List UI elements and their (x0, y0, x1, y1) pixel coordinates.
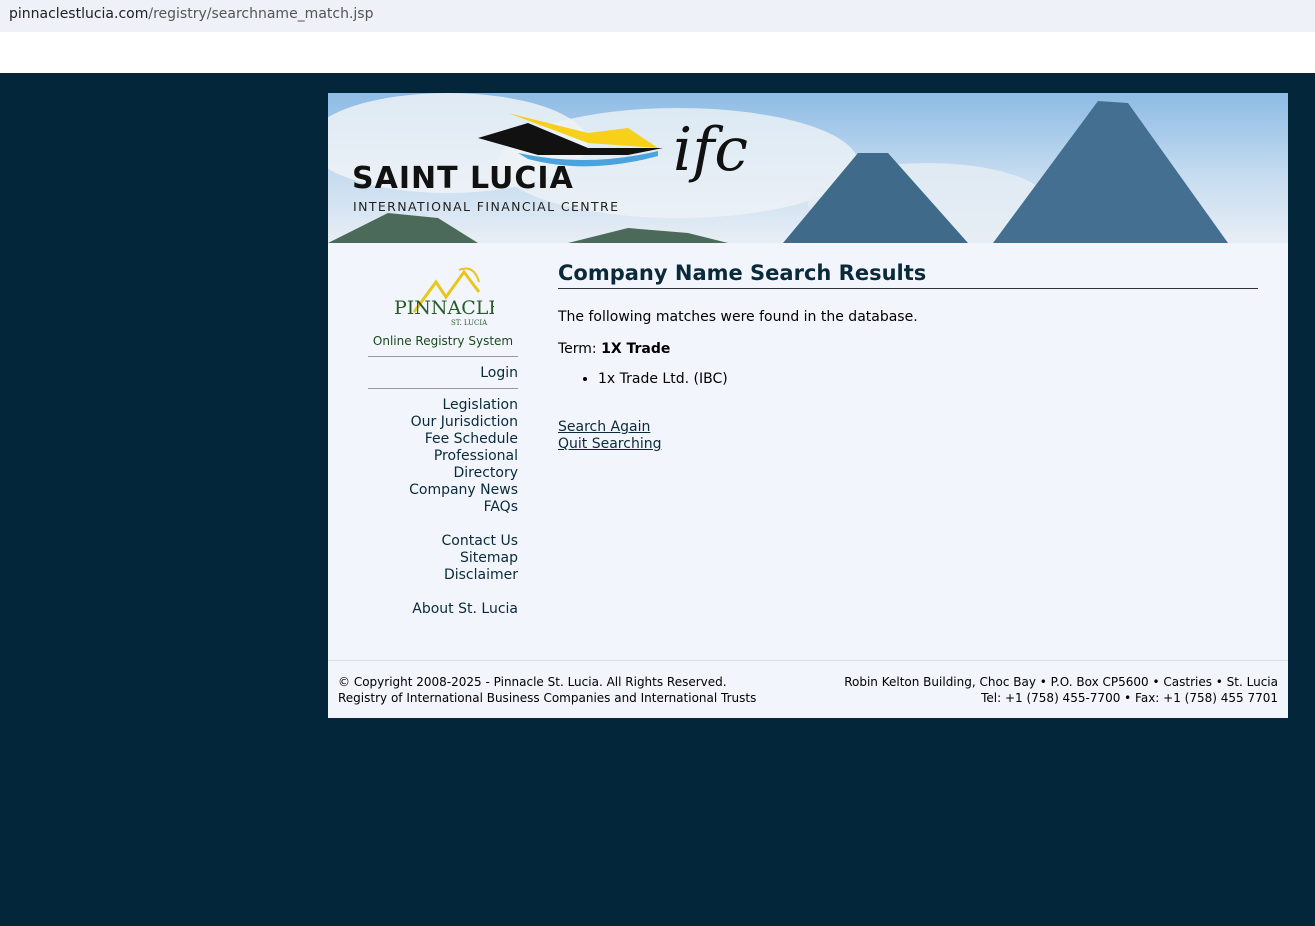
term-value: 1X Trade (601, 341, 671, 357)
browser-toolbar-space (0, 32, 1315, 73)
page-container: SAINT LUCIA INTERNATIONAL FINANCIAL CENT… (328, 93, 1288, 718)
sidebar: PINNACLE ST. LUCIA Online Registry Syste… (368, 258, 518, 618)
nav-our-jurisdiction[interactable]: Our Jurisdiction (368, 414, 518, 431)
results-list: 1x Trade Ltd. (IBC) (598, 371, 1258, 387)
phone-fax: Tel: +1 (758) 455-7700 • Fax: +1 (758) 4… (981, 691, 1278, 705)
system-name: Online Registry System (368, 334, 518, 357)
result-item: 1x Trade Ltd. (IBC) (598, 371, 1258, 387)
nav-legislation[interactable]: Legislation (368, 397, 518, 414)
nav-fee-schedule[interactable]: Fee Schedule (368, 431, 518, 448)
login-link[interactable]: Login (480, 365, 518, 381)
address: Robin Kelton Building, Choc Bay • P.O. B… (844, 675, 1278, 689)
address-bar[interactable]: pinnaclestlucia.com/registry/searchname_… (0, 0, 1315, 32)
quit-searching-link[interactable]: Quit Searching (558, 436, 1258, 453)
banner-title: SAINT LUCIA (352, 161, 574, 196)
main-content: Company Name Search Results The followin… (558, 261, 1258, 453)
search-term: Term: 1X Trade (558, 341, 1258, 357)
logo-text: PINNACLE (394, 297, 494, 319)
intro-text: The following matches were found in the … (558, 309, 918, 325)
banner-subtitle: INTERNATIONAL FINANCIAL CENTRE (353, 199, 620, 214)
url-path: /registry/searchname_match.jsp (148, 6, 374, 22)
term-label: Term: (558, 341, 597, 357)
page-title: Company Name Search Results (558, 261, 1258, 289)
nav-menu: Legislation Our Jurisdiction Fee Schedul… (368, 397, 518, 618)
nav-company-news[interactable]: Company News (368, 482, 518, 499)
nav-sitemap[interactable]: Sitemap (368, 550, 518, 567)
logo-subtext: ST. LUCIA (451, 319, 488, 327)
search-again-link[interactable]: Search Again (558, 419, 1258, 436)
pinnacle-logo[interactable]: PINNACLE ST. LUCIA (384, 262, 494, 328)
nav-professional-directory[interactable]: Professional Directory (368, 448, 518, 482)
ifc-logo: ifc (673, 115, 748, 185)
header-banner: SAINT LUCIA INTERNATIONAL FINANCIAL CENT… (328, 93, 1288, 243)
nav-faqs[interactable]: FAQs (368, 499, 518, 516)
nav-disclaimer[interactable]: Disclaimer (368, 567, 518, 584)
nav-contact-us[interactable]: Contact Us (368, 533, 518, 550)
nav-about-st-lucia[interactable]: About St. Lucia (368, 601, 518, 618)
url-host: pinnaclestlucia.com (9, 6, 149, 22)
footer: © Copyright 2008-2025 - Pinnacle St. Luc… (328, 660, 1288, 719)
